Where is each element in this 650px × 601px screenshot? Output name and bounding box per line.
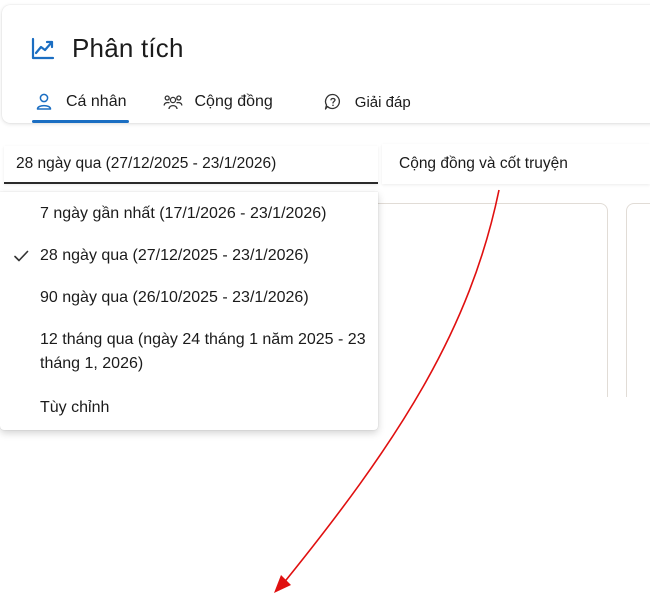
metric-card <box>626 203 650 397</box>
metric-card <box>360 203 608 397</box>
person-icon <box>34 92 54 112</box>
annotation-arrowhead <box>274 575 291 593</box>
title-row: Phân tích <box>30 33 184 64</box>
menu-item-custom[interactable]: Tùy chỉnh <box>0 396 378 420</box>
date-range-selected-label: 28 ngày qua (27/12/2025 - 23/1/2026) <box>16 155 277 172</box>
menu-item-label: 28 ngày qua (27/12/2025 - 23/1/2026) <box>40 247 309 264</box>
trending-chart-icon <box>30 36 56 62</box>
analytics-page: Phân tích Cá nhân Cộng đồng Giải đáp 28 … <box>0 0 650 601</box>
menu-item-label: 7 ngày gần nhất (17/1/2026 - 23/1/2026) <box>40 205 327 222</box>
tab-bar: Cá nhân Cộng đồng Giải đáp <box>32 87 413 125</box>
tab-answers[interactable]: Giải đáp <box>321 87 413 117</box>
tab-personal-label: Cá nhân <box>66 93 127 110</box>
date-range-menu: 7 ngày gần nhất (17/1/2026 - 23/1/2026) … <box>0 192 378 430</box>
menu-item-12-months[interactable]: 12 tháng qua (ngày 24 tháng 1 năm 2025 -… <box>0 328 378 376</box>
menu-item-90-days[interactable]: 90 ngày qua (26/10/2025 - 23/1/2026) <box>0 286 378 310</box>
menu-item-label: 12 tháng qua (ngày 24 tháng 1 năm 2025 -… <box>40 331 366 372</box>
people-community-icon <box>163 92 183 112</box>
topic-selected-label: Cộng đồng và cốt truyện <box>399 155 568 172</box>
tab-answers-label: Giải đáp <box>354 93 411 111</box>
tab-community-label: Cộng đồng <box>194 93 273 110</box>
chat-question-icon <box>323 92 343 112</box>
checkmark-icon <box>12 247 30 265</box>
tab-community[interactable]: Cộng đồng <box>161 87 275 117</box>
menu-item-28-days[interactable]: 28 ngày qua (27/12/2025 - 23/1/2026) <box>0 244 378 268</box>
date-range-dropdown[interactable]: 28 ngày qua (27/12/2025 - 23/1/2026) <box>4 146 378 184</box>
menu-item-7-days[interactable]: 7 ngày gần nhất (17/1/2026 - 23/1/2026) <box>0 202 378 226</box>
topic-dropdown[interactable]: Cộng đồng và cốt truyện <box>382 144 650 184</box>
tab-personal[interactable]: Cá nhân <box>32 87 129 123</box>
menu-item-label: Tùy chỉnh <box>40 399 110 416</box>
page-title: Phân tích <box>72 33 184 63</box>
menu-item-label: 90 ngày qua (26/10/2025 - 23/1/2026) <box>40 289 309 306</box>
analytics-header: Phân tích Cá nhân Cộng đồng Giải đáp <box>2 5 650 123</box>
